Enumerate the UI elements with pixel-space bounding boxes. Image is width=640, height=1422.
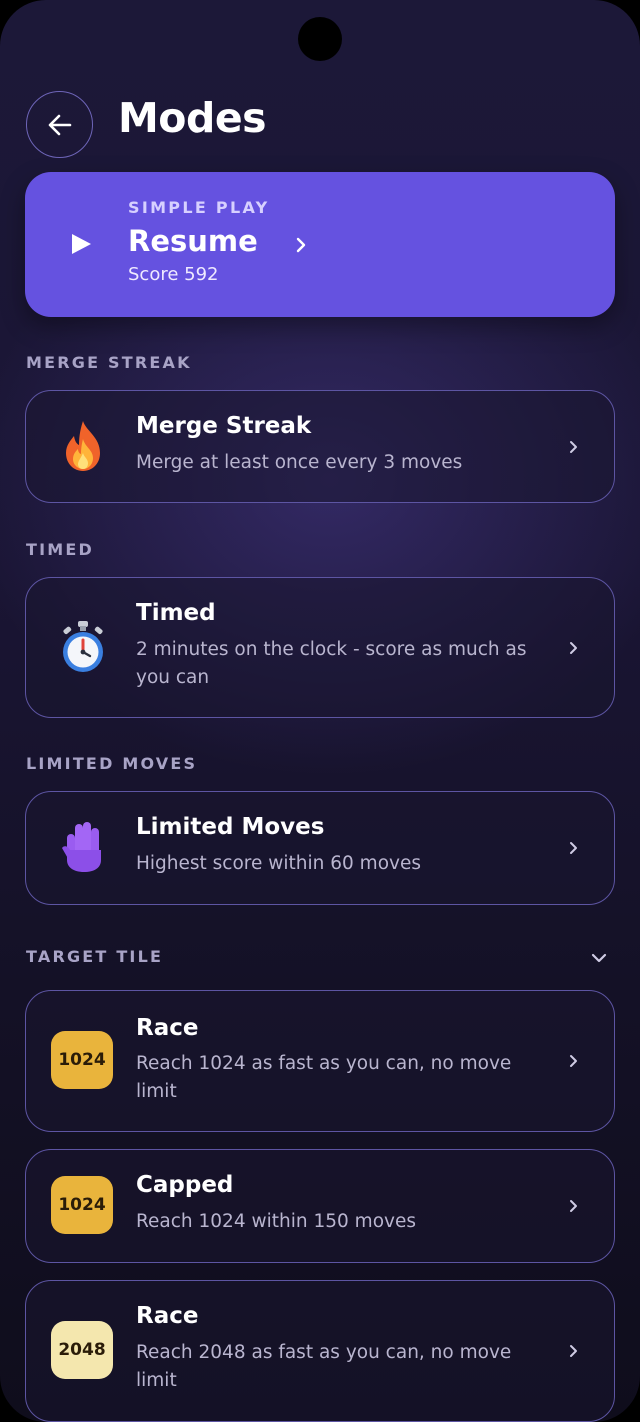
section-target-tile: TARGET TILE <box>26 947 164 966</box>
mode-card-capped-1024[interactable]: 1024 Capped Reach 1024 within 150 moves <box>25 1149 615 1263</box>
mode-card-merge-streak[interactable]: Merge Streak Merge at least once every 3… <box>25 390 615 503</box>
tile-badge: 1024 <box>51 1031 113 1089</box>
section-merge-streak: MERGE STREAK <box>26 353 192 372</box>
play-icon <box>69 232 93 256</box>
card-description: Reach 2048 as fast as you can, no move l… <box>136 1342 512 1391</box>
card-description: Highest score within 60 moves <box>136 853 421 874</box>
card-title: Race <box>136 1303 199 1329</box>
hero-title: Resume <box>128 224 258 258</box>
mode-card-race-1024[interactable]: 1024 Race Reach 1024 as fast as you can,… <box>25 990 615 1132</box>
card-description: Reach 1024 within 150 moves <box>136 1211 416 1232</box>
front-camera <box>298 17 342 61</box>
card-title: Capped <box>136 1172 234 1198</box>
chevron-right-icon <box>566 1199 580 1213</box>
stopwatch-icon <box>58 621 108 672</box>
card-title: Limited Moves <box>136 814 325 840</box>
chevron-right-icon <box>566 841 580 855</box>
back-button[interactable] <box>26 91 93 158</box>
chevron-right-icon <box>566 1344 580 1358</box>
card-title: Merge Streak <box>136 413 312 439</box>
chevron-right-icon <box>566 641 580 655</box>
raised-hand-icon <box>58 822 108 872</box>
page-title: Modes <box>118 94 267 142</box>
tile-badge: 1024 <box>51 1176 113 1234</box>
mode-card-race-2048[interactable]: 2048 Race Reach 2048 as fast as you can,… <box>25 1280 615 1422</box>
hero-eyebrow: SIMPLE PLAY <box>128 198 270 217</box>
mode-card-limited-moves[interactable]: Limited Moves Highest score within 60 mo… <box>25 791 615 905</box>
chevron-right-icon <box>566 1054 580 1068</box>
chevron-down-icon[interactable] <box>590 951 608 965</box>
resume-card[interactable]: SIMPLE PLAY Resume Score 592 <box>25 172 615 317</box>
section-timed: TIMED <box>26 540 94 559</box>
mode-card-timed[interactable]: Timed 2 minutes on the clock - score as … <box>25 577 615 718</box>
hero-score: Score 592 <box>128 264 219 285</box>
card-title: Timed <box>136 600 216 626</box>
card-description: 2 minutes on the clock - score as much a… <box>136 639 527 688</box>
card-title: Race <box>136 1015 199 1041</box>
arrow-left-icon <box>48 114 72 136</box>
chevron-right-icon <box>295 237 307 253</box>
card-description: Reach 1024 as fast as you can, no move l… <box>136 1053 512 1102</box>
tile-badge: 2048 <box>51 1321 113 1379</box>
card-description: Merge at least once every 3 moves <box>136 452 463 473</box>
app-screen: Modes SIMPLE PLAY Resume Score 592 MERGE… <box>0 0 640 1422</box>
chevron-right-icon <box>566 440 580 454</box>
section-limited-moves: LIMITED MOVES <box>26 754 198 773</box>
fire-icon <box>58 421 108 471</box>
